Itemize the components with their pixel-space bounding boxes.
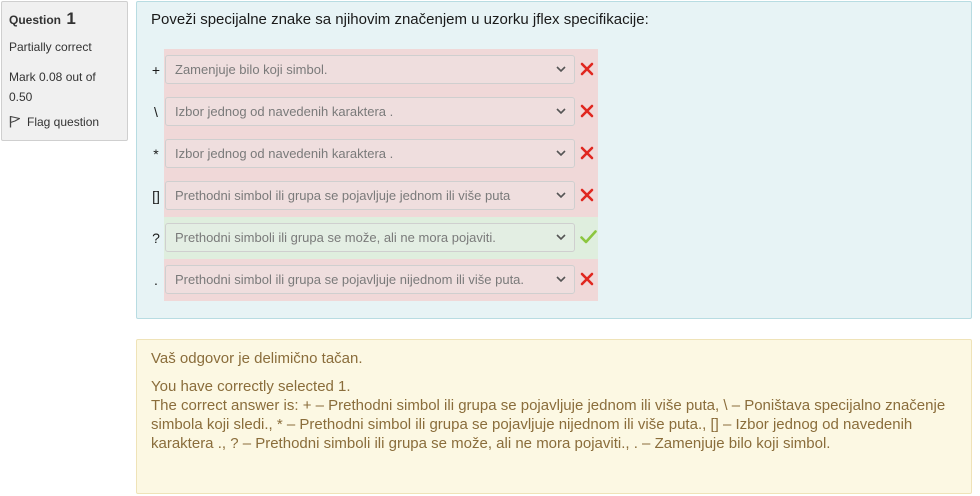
match-answer-cell: Izbor jednog od navedenih karaktera . xyxy=(164,133,598,175)
answer-select[interactable]: Prethodni simbol ili grupa se pojavljuje… xyxy=(165,181,575,210)
match-answer-cell: Prethodni simboli ili grupa se može, ali… xyxy=(164,217,598,259)
answer-select[interactable]: Prethodni simbol ili grupa se pojavljuje… xyxy=(165,265,575,294)
question-number-value: 1 xyxy=(66,9,76,28)
chevron-down-icon xyxy=(556,66,566,73)
answer-select-value: Prethodni simbol ili grupa se pojavljuje… xyxy=(175,272,525,287)
answer-select-value: Izbor jednog od navedenih karaktera . xyxy=(175,104,394,119)
match-symbol: [] xyxy=(152,188,160,204)
answer-select-value: Prethodni simboli ili grupa se može, ali… xyxy=(175,230,496,245)
match-row: . Prethodni simbol ili grupa se pojavlju… xyxy=(137,259,598,301)
chevron-down-icon xyxy=(556,276,566,283)
match-row: [] Prethodni simbol ili grupa se pojavlj… xyxy=(137,175,598,217)
match-symbol: + xyxy=(151,62,161,78)
match-answer-cell: Prethodni simbol ili grupa se pojavljuje… xyxy=(164,259,598,301)
flag-icon xyxy=(9,115,21,128)
match-symbol: \ xyxy=(154,104,158,120)
answer-select[interactable]: Prethodni simboli ili grupa se može, ali… xyxy=(165,223,575,252)
cross-icon xyxy=(580,188,594,202)
question-grade: Mark 0.08 out of 0.50 xyxy=(9,70,96,104)
question-feedback: Vaš odgovor je delimično tačan. You have… xyxy=(136,339,972,494)
chevron-down-icon xyxy=(556,108,566,115)
answer-select-value: Izbor jednog od navedenih karaktera . xyxy=(175,146,394,161)
cross-icon xyxy=(580,146,594,160)
answer-select[interactable]: Izbor jednog od navedenih karaktera . xyxy=(165,139,575,168)
question-label: Question xyxy=(9,13,62,27)
match-row: ? Prethodni simboli ili grupa se može, a… xyxy=(137,217,598,259)
match-row: \ Izbor jednog od navedenih karaktera . xyxy=(137,91,598,133)
match-symbol: . xyxy=(154,272,158,288)
cross-icon xyxy=(580,104,594,118)
cross-icon xyxy=(580,272,594,286)
general-feedback: Vaš odgovor je delimično tačan. xyxy=(151,350,363,367)
question-info-panel: Question 1 Partially correct Mark 0.08 o… xyxy=(1,1,128,141)
correct-count-feedback: You have correctly selected 1. xyxy=(151,378,351,395)
match-answer-cell: Zamenjuje bilo koji simbol. xyxy=(164,49,598,91)
match-answer-cell: Izbor jednog od navedenih karaktera . xyxy=(164,91,598,133)
flag-question-label: Flag question xyxy=(27,114,100,129)
match-row: * Izbor jednog od navedenih karaktera . xyxy=(137,133,598,175)
question-state: Partially correct xyxy=(9,40,92,54)
match-symbol: * xyxy=(153,146,159,162)
answer-select[interactable]: Izbor jednog od navedenih karaktera . xyxy=(165,97,575,126)
match-row: + Zamenjuje bilo koji simbol. xyxy=(137,49,598,91)
flag-question-button[interactable]: Flag question xyxy=(9,115,120,128)
chevron-down-icon xyxy=(556,150,566,157)
chevron-down-icon xyxy=(556,192,566,199)
answer-select-value: Prethodni simbol ili grupa se pojavljuje… xyxy=(175,188,511,203)
question-number: Question 1 xyxy=(9,10,120,27)
question-formulation: Poveži specijalne znake sa njihovim znač… xyxy=(136,1,972,319)
answer-select[interactable]: Zamenjuje bilo koji simbol. xyxy=(165,55,575,84)
right-answer-feedback: The correct answer is: + – Prethodni sim… xyxy=(151,397,946,452)
check-icon xyxy=(580,230,597,244)
answer-select-value: Zamenjuje bilo koji simbol. xyxy=(175,62,328,77)
question-text: Poveži specijalne znake sa njihovim znač… xyxy=(151,11,649,28)
match-symbol: ? xyxy=(152,230,160,246)
match-answer-cell: Prethodni simbol ili grupa se pojavljuje… xyxy=(164,175,598,217)
cross-icon xyxy=(580,62,594,76)
chevron-down-icon xyxy=(556,234,566,241)
